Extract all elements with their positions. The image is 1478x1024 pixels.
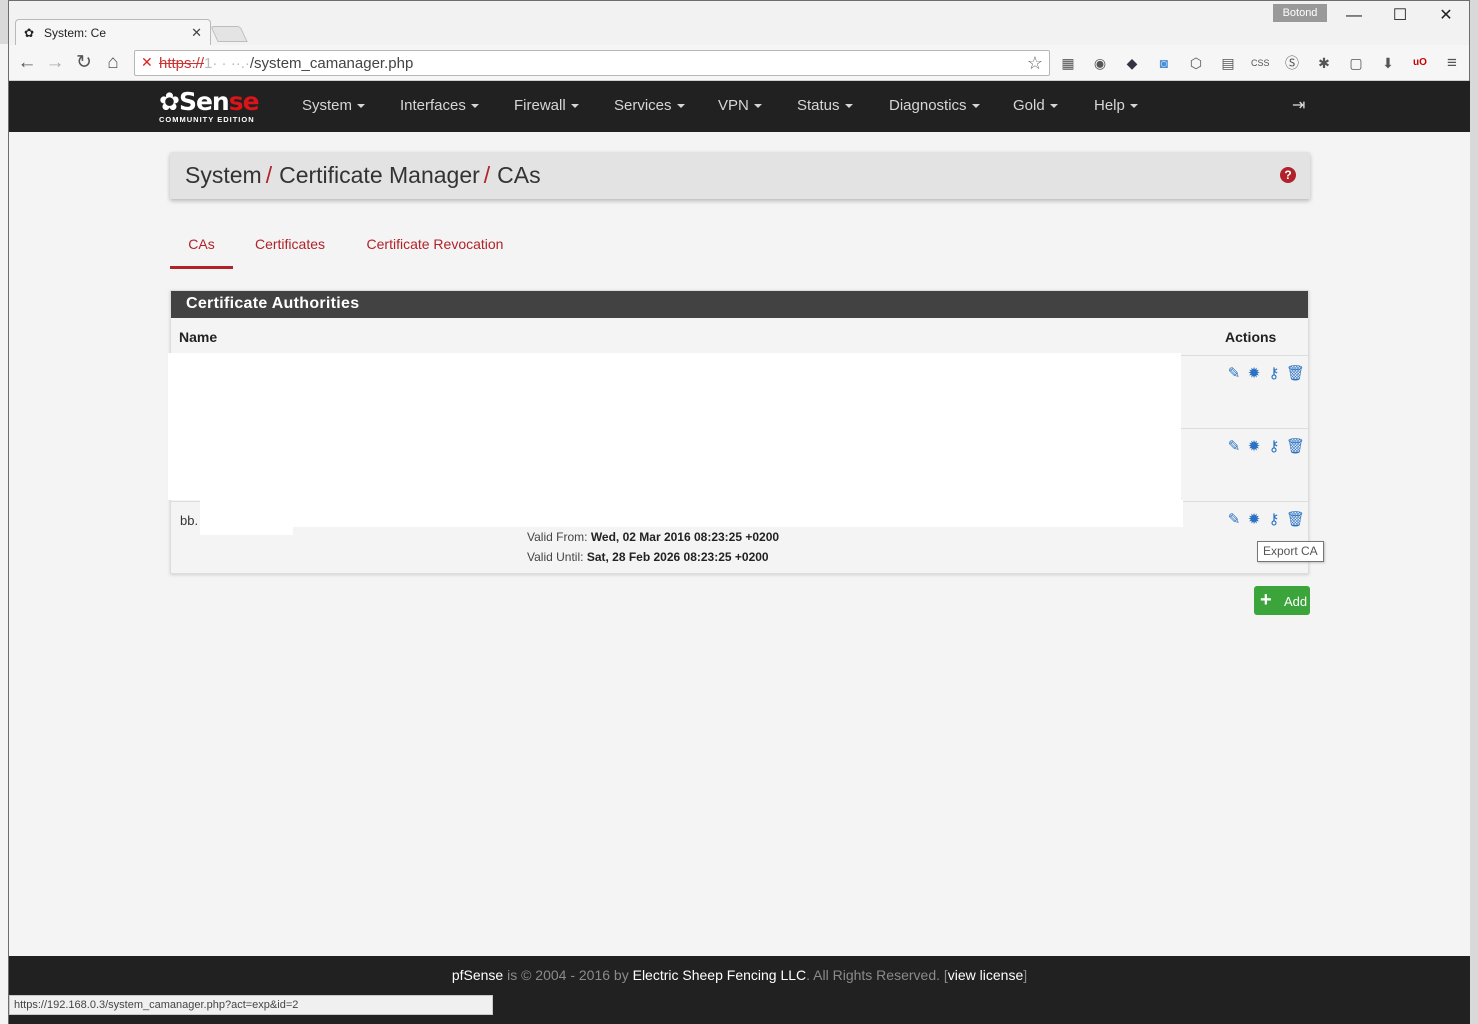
trash-icon[interactable]: 🗑: [1286, 366, 1305, 382]
redacted-area: [168, 353, 1181, 500]
menu-status[interactable]: Status: [797, 97, 853, 114]
title-bar: ✿ System: Ce ✕ Botond — ☐ ✕: [9, 1, 1469, 45]
status-url-bar: https://192.168.0.3/system_camanager.php…: [9, 995, 493, 1015]
column-header-actions: Actions: [1225, 329, 1277, 345]
logout-icon[interactable]: ⇥: [1292, 95, 1305, 115]
edit-icon[interactable]: ✎: [1226, 512, 1242, 528]
home-icon[interactable]: ⌂: [101, 51, 125, 75]
ext-icon[interactable]: ◆: [1123, 54, 1141, 72]
ublock-extension-icon[interactable]: uO: [1411, 54, 1429, 72]
new-tab-button[interactable]: [210, 26, 248, 42]
footer-rights: . All Rights Reserved. [: [806, 967, 948, 983]
row-actions: ✎ ✹ ⚷ 🗑: [1226, 512, 1305, 528]
image-extension-icon[interactable]: ▤: [1219, 54, 1237, 72]
qr-extension-icon[interactable]: ▦: [1059, 54, 1077, 72]
page-viewport: ✿Sense COMMUNITY EDITION System Interfac…: [9, 81, 1470, 1024]
insecure-lock-icon: ✕: [141, 54, 153, 70]
key-icon[interactable]: ⚷: [1266, 512, 1282, 528]
breadcrumb-system[interactable]: System: [185, 162, 262, 188]
css-extension-icon[interactable]: CSS: [1251, 54, 1270, 72]
browser-window: ✿ System: Ce ✕ Botond — ☐ ✕ ← → ↻ ⌂ ✕ ht…: [8, 0, 1470, 1024]
redacted-area: [200, 527, 293, 535]
menu-system[interactable]: System: [302, 97, 366, 114]
key-icon[interactable]: ⚷: [1266, 439, 1282, 455]
pfsense-favicon-icon: ✿: [24, 25, 35, 40]
export-icon[interactable]: ✹: [1246, 439, 1262, 455]
footer-copyright: is © 2004 - 2016 by: [507, 967, 629, 983]
certificate-authorities-panel: Certificate Authorities Name Actions ✎ ✹…: [168, 290, 1309, 574]
menu-services[interactable]: Services: [614, 97, 685, 114]
browser-toolbar: ← → ↻ ⌂ ✕ https://1· · ··.·/system_caman…: [9, 45, 1469, 81]
menu-gold[interactable]: Gold: [1013, 97, 1058, 114]
export-icon[interactable]: ✹: [1246, 366, 1262, 382]
tab-close-icon[interactable]: ✕: [191, 25, 202, 41]
skype-extension-icon[interactable]: Ⓢ: [1283, 54, 1301, 72]
valid-from: Valid From: Wed, 02 Mar 2016 08:23:25 +0…: [527, 530, 780, 544]
column-header-name: Name: [179, 329, 218, 345]
page-extension-icon[interactable]: ▢: [1347, 54, 1365, 72]
profile-badge[interactable]: Botond: [1273, 4, 1327, 22]
trash-icon[interactable]: 🗑: [1286, 439, 1305, 455]
chrome-menu-icon[interactable]: ≡: [1443, 54, 1461, 72]
add-button-label: Add: [1284, 594, 1308, 609]
back-icon[interactable]: ←: [15, 51, 39, 75]
panel-title: Certificate Authorities: [171, 291, 1308, 318]
maximize-icon[interactable]: ☐: [1385, 5, 1415, 27]
forward-icon[interactable]: →: [43, 51, 67, 75]
gear-extension-icon[interactable]: ✱: [1315, 54, 1333, 72]
breadcrumb-certificate-manager[interactable]: Certificate Manager: [279, 162, 480, 188]
download-extension-icon[interactable]: ⬇: [1379, 54, 1397, 72]
incognito-extension-icon[interactable]: ◉: [1091, 54, 1109, 72]
address-bar[interactable]: ✕ https://1· · ··.·/system_camanager.php…: [134, 50, 1050, 76]
window-close-icon[interactable]: ✕: [1431, 5, 1461, 27]
tab-certificate-revocation[interactable]: Certificate Revocation: [365, 226, 505, 269]
row-actions: ✎ ✹ ⚷ 🗑: [1226, 366, 1305, 382]
tab-certificates[interactable]: Certificates: [254, 226, 326, 269]
add-button[interactable]: + Add: [1254, 586, 1310, 615]
tab-title: System: Ce: [44, 25, 107, 40]
reload-icon[interactable]: ↻: [72, 51, 96, 75]
menu-help[interactable]: Help: [1094, 97, 1138, 114]
view-license-link[interactable]: view license: [948, 967, 1023, 983]
menu-interfaces[interactable]: Interfaces: [400, 97, 479, 114]
export-icon[interactable]: ✹: [1246, 512, 1262, 528]
pfsense-logo[interactable]: ✿Sense COMMUNITY EDITION: [159, 89, 260, 125]
breadcrumb: System / Certificate Manager / CAs ?: [170, 152, 1310, 199]
footer-bracket: ]: [1023, 967, 1028, 983]
top-navbar: ✿Sense COMMUNITY EDITION System Interfac…: [9, 81, 1470, 132]
footer-company-link[interactable]: Electric Sheep Fencing LLC: [633, 967, 807, 983]
plus-icon: +: [1260, 589, 1272, 611]
ca-name: bb.: [180, 513, 199, 528]
footer-product: pfSense: [451, 967, 504, 983]
breadcrumb-cas[interactable]: CAs: [497, 162, 540, 188]
cube-extension-icon[interactable]: ⬡: [1187, 54, 1205, 72]
url-text: https://1· · ··.·/system_camanager.php: [159, 55, 414, 72]
redacted-area: [200, 500, 1183, 527]
export-ca-tooltip: Export CA: [1257, 541, 1324, 562]
menu-diagnostics[interactable]: Diagnostics: [889, 97, 980, 114]
trash-icon[interactable]: 🗑: [1286, 512, 1305, 528]
minimize-icon[interactable]: —: [1339, 5, 1369, 27]
camera-extension-icon[interactable]: ◙: [1155, 54, 1173, 72]
browser-tab[interactable]: ✿ System: Ce ✕: [15, 19, 211, 45]
menu-firewall[interactable]: Firewall: [514, 97, 579, 114]
tab-cas[interactable]: CAs: [170, 226, 233, 269]
key-icon[interactable]: ⚷: [1266, 366, 1282, 382]
bookmark-star-icon[interactable]: ☆: [1027, 53, 1043, 74]
edit-icon[interactable]: ✎: [1226, 439, 1242, 455]
help-icon[interactable]: ?: [1280, 167, 1296, 183]
menu-vpn[interactable]: VPN: [718, 97, 762, 114]
edit-icon[interactable]: ✎: [1226, 366, 1242, 382]
valid-until: Valid Until: Sat, 28 Feb 2026 08:23:25 +…: [527, 550, 769, 564]
row-actions: ✎ ✹ ⚷ 🗑: [1226, 439, 1305, 455]
